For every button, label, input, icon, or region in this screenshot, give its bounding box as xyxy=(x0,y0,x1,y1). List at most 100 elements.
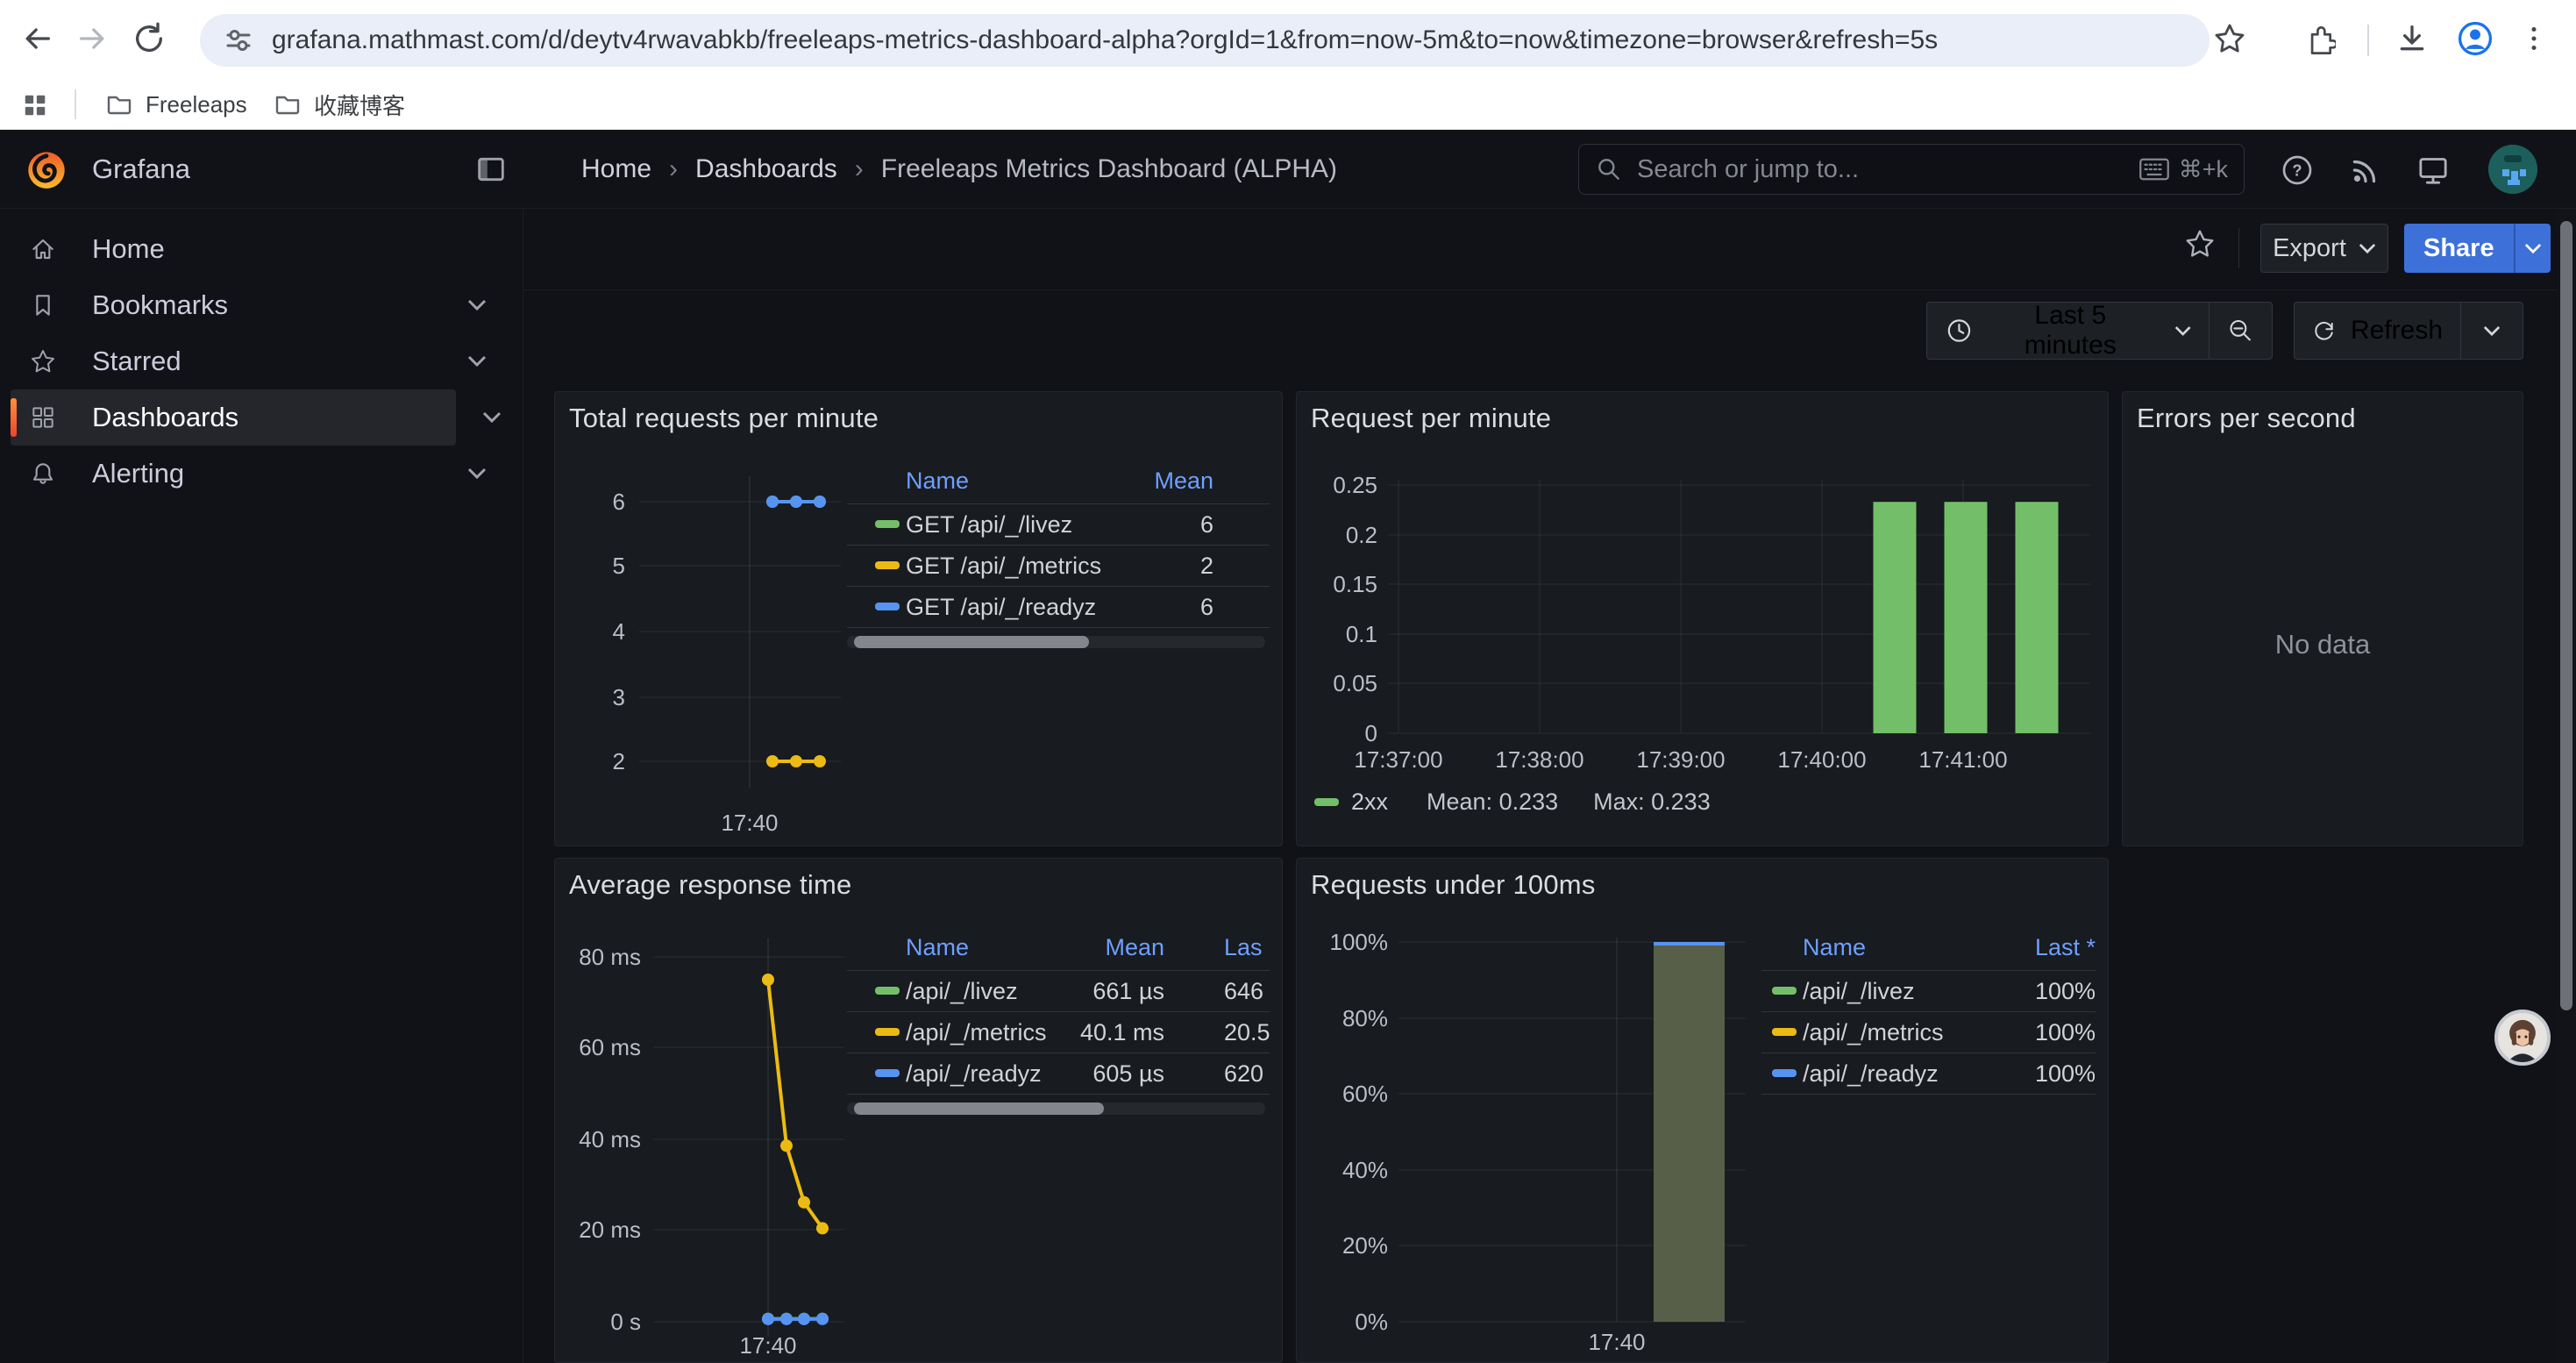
apps-grid-button[interactable] xyxy=(16,86,54,125)
chevron-down-icon xyxy=(467,299,487,311)
search-placeholder: Search or jump to... xyxy=(1637,155,2124,184)
series-dash-icon xyxy=(1314,798,1339,806)
legend-column-header[interactable]: Name xyxy=(906,934,969,961)
axis-tick-label: 4 xyxy=(613,618,625,645)
panel-requests-under-100ms: Requests under 100ms 100%80%60%40%20%0%1… xyxy=(1296,858,2109,1363)
legend-row-divider xyxy=(847,1094,1270,1095)
refresh-button[interactable]: Refresh xyxy=(2295,303,2460,359)
profile-button[interactable] xyxy=(2451,14,2500,63)
reload-button[interactable] xyxy=(123,12,175,65)
legend-value: 40.1 ms xyxy=(1005,1017,1164,1047)
legend: 2xx Mean: 0.233 Max: 0.233 xyxy=(1314,789,1746,816)
panel-total-requests: Total requests per minute 6543217:40 Nam… xyxy=(554,391,1283,846)
legend-table: Name Last * /api/_/livez 100% /api/_/metrics… xyxy=(1761,859,2096,1131)
legend-series-name[interactable]: /api/_/livez xyxy=(1803,976,1915,1006)
panel-title[interactable]: Errors per second xyxy=(2137,403,2356,434)
sidebar-item-home[interactable]: Home xyxy=(11,221,513,277)
bookmark-label: 收藏博客 xyxy=(314,89,405,121)
legend-value: 20.5 r xyxy=(1224,1017,1270,1047)
grafana-header: Grafana Home Dashboards Freeleaps Metric… xyxy=(0,130,2576,209)
sidebar-toggle-button[interactable] xyxy=(473,152,509,189)
sidebar-item-label: Alerting xyxy=(92,458,184,489)
share-button[interactable]: Share xyxy=(2404,224,2514,273)
bar-17:41:00 xyxy=(1945,502,1988,733)
bookmark-page-button[interactable] xyxy=(2205,14,2254,63)
panel-title[interactable]: Average response time xyxy=(569,869,851,901)
forward-button[interactable] xyxy=(67,12,119,65)
legend-series-name[interactable]: /api/_/livez xyxy=(906,976,1018,1006)
breadcrumb: Home Dashboards Freeleaps Metrics Dashbo… xyxy=(581,130,1337,209)
breadcrumb-dashboards[interactable]: Dashboards xyxy=(695,154,837,184)
breadcrumb-home[interactable]: Home xyxy=(581,154,651,184)
downloads-button[interactable] xyxy=(2387,14,2437,63)
request-per-minute-chart: 0.250.20.150.10.05017:37:0017:38:0017:39… xyxy=(1297,392,2108,846)
favorite-dashboard-button[interactable] xyxy=(2181,225,2219,263)
legend-column-header[interactable]: Mean xyxy=(1005,934,1164,961)
bookmark-folder-blogs[interactable]: 收藏博客 xyxy=(261,82,417,126)
news-rss-button[interactable] xyxy=(2346,151,2385,189)
time-range-picker[interactable]: Last 5 minutes xyxy=(1927,303,2209,359)
panel-left-icon xyxy=(473,152,509,187)
panel-title[interactable]: Total requests per minute xyxy=(569,403,879,434)
legend-series-name[interactable]: /api/_/readyz xyxy=(1803,1059,1939,1088)
sidebar-item-alerting[interactable]: Alerting xyxy=(11,446,513,502)
sidebar-item-bookmarks[interactable]: Bookmarks xyxy=(11,277,513,333)
grafana-brand[interactable]: Grafana xyxy=(25,148,190,190)
star-icon xyxy=(2212,21,2247,56)
site-settings-icon[interactable] xyxy=(223,25,254,56)
axis-tick-label: 20 ms xyxy=(579,1217,641,1243)
axis-tick-label: 5 xyxy=(613,553,625,579)
screen: grafana.mathmast.com/d/deytv4rwavabkb/fr… xyxy=(0,0,2576,1363)
toolbar-divider xyxy=(2367,25,2369,56)
help-button[interactable]: ? xyxy=(2278,151,2316,189)
help-icon: ? xyxy=(2280,153,2315,188)
legend-row-divider xyxy=(847,627,1270,628)
legend-column-header[interactable]: Las xyxy=(1224,934,1263,961)
user-avatar[interactable] xyxy=(2488,145,2537,194)
back-button[interactable] xyxy=(11,12,63,65)
legend-series-name[interactable]: /api/_/metrics xyxy=(1803,1017,1944,1047)
series-point xyxy=(766,755,779,767)
legend-series-name[interactable]: 2xx xyxy=(1351,789,1388,816)
display-button[interactable] xyxy=(2414,151,2452,189)
series-dash-icon xyxy=(875,1028,900,1036)
url-text: grafana.mathmast.com/d/deytv4rwavabkb/fr… xyxy=(272,25,1938,55)
refresh-icon xyxy=(2312,317,2337,345)
monitor-icon xyxy=(2416,153,2451,188)
legend-hscroll-thumb[interactable] xyxy=(854,636,1089,648)
legend-column-header[interactable]: Mean xyxy=(1110,467,1213,495)
legend-hscroll-thumb[interactable] xyxy=(854,1103,1104,1115)
zoom-out-icon xyxy=(2227,316,2254,346)
extensions-button[interactable] xyxy=(2295,14,2344,63)
export-button[interactable]: Export xyxy=(2260,224,2388,273)
browser-menu-button[interactable] xyxy=(2509,14,2558,63)
legend-table: NameMeanGET /api/_/livez6GET /api/_/metr… xyxy=(847,392,1270,664)
scrollbar-thumb[interactable] xyxy=(2560,221,2572,1010)
star-icon xyxy=(29,347,57,375)
legend-column-header[interactable]: Name xyxy=(1803,934,1866,961)
legend-series-name[interactable]: GET /api/_/livez xyxy=(906,510,1072,539)
panel-title[interactable]: Request per minute xyxy=(1311,403,1551,434)
legend-value: 605 µs xyxy=(1005,1059,1164,1088)
sidebar-item-label: Bookmarks xyxy=(92,289,228,321)
search-input[interactable]: Search or jump to... ⌘+k xyxy=(1578,144,2245,195)
sidebar-item-starred[interactable]: Starred xyxy=(11,333,513,389)
axis-tick-label: 0 xyxy=(1365,720,1377,746)
floating-assistant-avatar[interactable] xyxy=(2494,1010,2551,1066)
zoom-out-time-button[interactable] xyxy=(2210,303,2272,359)
legend-value: 100% xyxy=(1981,1059,2096,1088)
address-bar[interactable]: grafana.mathmast.com/d/deytv4rwavabkb/fr… xyxy=(200,14,2210,67)
legend-column-header[interactable]: Name xyxy=(906,467,969,495)
actions-row-divider xyxy=(523,289,2576,290)
bookmark-folder-freeleaps[interactable]: Freeleaps xyxy=(93,82,260,126)
refresh-interval-button[interactable] xyxy=(2461,303,2523,359)
legend-series-name[interactable]: GET /api/_/readyz xyxy=(906,592,1096,622)
legend-series-name[interactable]: GET /api/_/metrics xyxy=(906,551,1101,581)
share-menu-button[interactable] xyxy=(2516,224,2551,273)
legend-column-header[interactable]: Last * xyxy=(1981,934,2096,961)
sidebar-item-dashboards[interactable]: Dashboards xyxy=(11,389,456,446)
axis-tick-label: 17:40 xyxy=(739,1332,796,1359)
legend-row-divider xyxy=(847,503,1270,504)
search-icon xyxy=(1595,155,1623,183)
panel-title[interactable]: Requests under 100ms xyxy=(1311,869,1596,901)
